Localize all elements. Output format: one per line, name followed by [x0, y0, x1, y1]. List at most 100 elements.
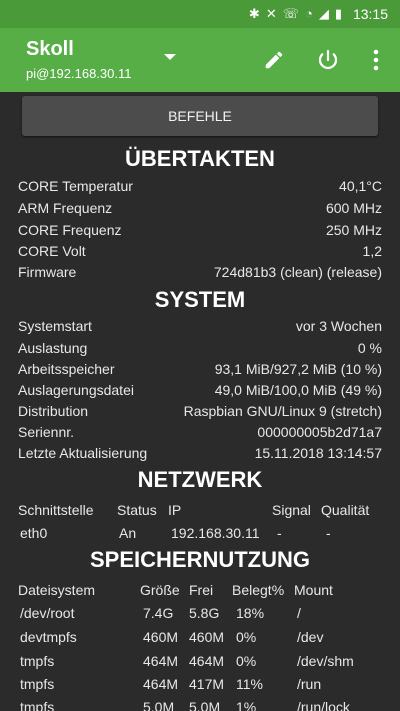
- app-bar: Skoll pi@192.168.30.11: [0, 28, 400, 92]
- table-cell: 192.168.30.11: [171, 525, 260, 541]
- table-row: /dev/root 7.4G 5.8G 18% /: [18, 605, 398, 626]
- table-row: eth0 An 192.168.30.11 - -: [18, 525, 398, 546]
- system-row: Auslagerungsdatei 49,0 MiB/100,0 MiB (49…: [18, 382, 382, 403]
- table-cell: /dev: [297, 629, 324, 645]
- row-label: Letzte Aktualisierung: [18, 445, 148, 461]
- column-header: Mount: [294, 582, 333, 598]
- column-header: Dateisystem: [18, 582, 96, 598]
- row-value: 1,2: [362, 243, 382, 259]
- dropdown-arrow-icon[interactable]: [164, 54, 176, 60]
- row-label: Auslagerungsdatei: [18, 382, 134, 398]
- power-icon[interactable]: [312, 44, 344, 76]
- overclock-row: CORE Temperatur 40,1°C: [18, 178, 382, 199]
- row-label: Systemstart: [18, 318, 92, 334]
- status-icons: ✱ ✕ ☏ ◔ ◢ ▮: [249, 6, 342, 22]
- row-value: 93,1 MiB/927,2 MiB (10 %): [214, 361, 382, 377]
- column-header: Belegt%: [232, 582, 285, 598]
- table-cell: 464M: [189, 653, 225, 669]
- row-label: CORE Temperatur: [18, 178, 133, 194]
- column-header: Schnittstelle: [18, 502, 94, 518]
- more-menu-icon[interactable]: [360, 44, 392, 76]
- signal-icon: ◢: [318, 6, 329, 21]
- storage-header-row: Dateisystem Größe Frei Belegt% Mount: [18, 582, 398, 603]
- row-value: 0 %: [357, 340, 382, 356]
- table-cell: -: [326, 525, 331, 541]
- table-cell: /run: [297, 676, 322, 692]
- call-icon: ☏: [282, 6, 299, 21]
- system-row: Distribution Raspbian GNU/Linux 9 (stret…: [18, 403, 382, 424]
- table-cell: 0%: [236, 653, 257, 669]
- row-value: 000000005b2d71a7: [257, 424, 382, 440]
- column-header: Größe: [140, 582, 180, 598]
- row-label: CORE Frequenz: [18, 222, 122, 238]
- table-cell: tmpfs: [20, 676, 55, 692]
- commands-button[interactable]: BEFEHLE: [22, 96, 378, 136]
- edit-icon[interactable]: [258, 44, 290, 76]
- row-value: 15.11.2018 13:14:57: [254, 445, 382, 461]
- table-row: tmpfs 464M 464M 0% /dev/shm: [18, 653, 398, 674]
- storage-heading: SPEICHERNUTZUNG: [89, 547, 310, 572]
- system-row: Systemstart vor 3 Wochen: [18, 318, 382, 339]
- table-cell: 11%: [236, 676, 263, 692]
- column-header: Frei: [189, 582, 214, 598]
- row-label: Firmware: [18, 264, 77, 280]
- overclock-heading: ÜBERTAKTEN: [125, 146, 275, 171]
- network-header-row: Schnittstelle Status IP Signal Qualität: [18, 502, 398, 523]
- table-cell: 5.0M: [189, 699, 221, 711]
- table-cell: An: [119, 525, 137, 541]
- app-title[interactable]: Skoll: [26, 38, 74, 61]
- table-cell: 5.8G: [189, 605, 220, 621]
- column-header: Qualität: [321, 502, 370, 518]
- system-heading: SYSTEM: [154, 287, 246, 312]
- row-value: 600 MHz: [325, 200, 382, 216]
- row-value: 724d81b3 (clean) (release): [213, 264, 382, 280]
- system-row: Letzte Aktualisierung 15.11.2018 13:14:5…: [18, 445, 382, 466]
- table-cell: tmpfs: [20, 653, 55, 669]
- app-subtitle[interactable]: pi@192.168.30.11: [26, 66, 132, 81]
- table-cell: 18%: [236, 605, 265, 621]
- table-cell: 0%: [236, 629, 257, 645]
- table-cell: devtmpfs: [20, 629, 77, 645]
- status-time: 13:15: [352, 6, 388, 22]
- table-cell: /dev/root: [20, 605, 75, 621]
- table-cell: /: [297, 605, 301, 621]
- table-cell: -: [277, 525, 282, 541]
- table-cell: 464M: [143, 676, 179, 692]
- row-label: CORE Volt: [18, 243, 86, 259]
- table-row: devtmpfs 460M 460M 0% /dev: [18, 629, 398, 650]
- system-row: Seriennr. 000000005b2d71a7: [18, 424, 382, 445]
- status-bar: ✱ ✕ ☏ ◔ ◢ ▮ 13:15: [0, 0, 400, 28]
- overclock-row: Firmware 724d81b3 (clean) (release): [18, 264, 382, 285]
- row-label: ARM Frequenz: [18, 200, 113, 216]
- table-cell: /run/lock: [297, 699, 350, 711]
- row-value: 49,0 MiB/100,0 MiB (49 %): [214, 382, 382, 398]
- table-cell: 7.4G: [143, 605, 174, 621]
- table-cell: 460M: [143, 629, 179, 645]
- overclock-row: CORE Volt 1,2: [18, 243, 382, 264]
- table-cell: 417M: [189, 676, 225, 692]
- column-header: Signal: [272, 502, 311, 518]
- battery-icon: ▮: [334, 6, 342, 21]
- row-value: 40,1°C: [339, 178, 382, 194]
- system-row: Auslastung 0 %: [18, 340, 382, 361]
- row-label: Auslastung: [18, 340, 88, 356]
- table-cell: 464M: [143, 653, 179, 669]
- row-value: vor 3 Wochen: [295, 318, 382, 334]
- row-label: Seriennr.: [18, 424, 75, 440]
- table-cell: 1%: [236, 699, 257, 711]
- table-row: tmpfs 5.0M 5.0M 1% /run/lock: [18, 699, 398, 711]
- table-cell: eth0: [20, 525, 48, 541]
- row-value: 250 MHz: [325, 222, 382, 238]
- row-label: Distribution: [18, 403, 89, 419]
- network-heading: NETZWERK: [137, 467, 263, 492]
- table-cell: tmpfs: [20, 699, 55, 711]
- bluetooth-icon: ✱: [248, 6, 260, 21]
- mute-icon: ✕: [265, 6, 277, 21]
- table-cell: /dev/shm: [297, 653, 354, 669]
- column-header: IP: [168, 502, 182, 518]
- row-value: Raspbian GNU/Linux 9 (stretch): [183, 403, 382, 419]
- column-header: Status: [117, 502, 157, 518]
- overclock-row: CORE Frequenz 250 MHz: [18, 222, 382, 243]
- row-label: Arbeitsspeicher: [18, 361, 115, 377]
- overclock-row: ARM Frequenz 600 MHz: [18, 200, 382, 221]
